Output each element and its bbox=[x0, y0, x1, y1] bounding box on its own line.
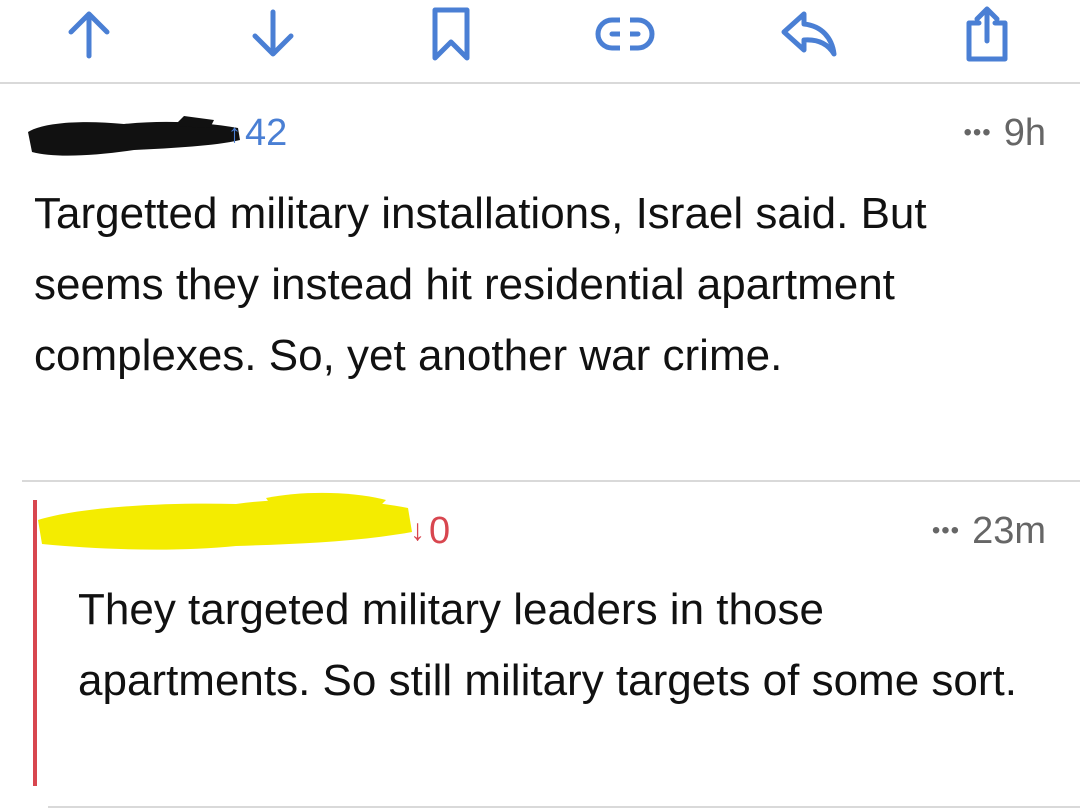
reply-icon bbox=[781, 11, 837, 57]
toolbar-divider bbox=[0, 82, 1080, 84]
comment-meta: ••• 23m bbox=[932, 510, 1046, 552]
comment-score[interactable]: ↑ 42 bbox=[228, 112, 287, 154]
redacted-username bbox=[38, 492, 412, 550]
upvote-indicator-icon: ↑ bbox=[228, 118, 241, 148]
more-options-icon[interactable]: ••• bbox=[932, 510, 960, 552]
upvote-button[interactable] bbox=[54, 3, 124, 65]
downvote-indicator-icon: ↓ bbox=[410, 514, 425, 547]
score-value: 42 bbox=[245, 112, 288, 154]
comment-age: 23m bbox=[972, 510, 1046, 552]
comment-score[interactable]: ↓ 0 bbox=[410, 510, 450, 552]
more-options-icon[interactable]: ••• bbox=[964, 112, 992, 154]
comment-divider bbox=[22, 480, 1080, 482]
share-icon bbox=[966, 6, 1008, 62]
bookmark-button[interactable] bbox=[416, 3, 486, 65]
redacted-username bbox=[28, 116, 240, 156]
downvote-arrow-icon bbox=[252, 9, 294, 57]
bottom-divider bbox=[48, 806, 1080, 808]
copy-link-button[interactable] bbox=[590, 3, 660, 65]
comment-meta: ••• 9h bbox=[964, 112, 1047, 154]
bookmark-icon bbox=[432, 7, 470, 61]
score-value: 0 bbox=[429, 510, 451, 552]
upvote-arrow-icon bbox=[68, 11, 110, 59]
comment-text: They targeted military leaders in those … bbox=[78, 585, 1017, 705]
link-icon bbox=[595, 15, 655, 53]
comment-text: Targetted military installations, Israel… bbox=[34, 189, 927, 380]
share-button[interactable] bbox=[952, 3, 1022, 65]
reply-button[interactable] bbox=[774, 3, 844, 65]
downvote-button[interactable] bbox=[238, 3, 308, 65]
post-action-toolbar bbox=[0, 0, 1080, 82]
comment-age: 9h bbox=[1003, 112, 1046, 154]
